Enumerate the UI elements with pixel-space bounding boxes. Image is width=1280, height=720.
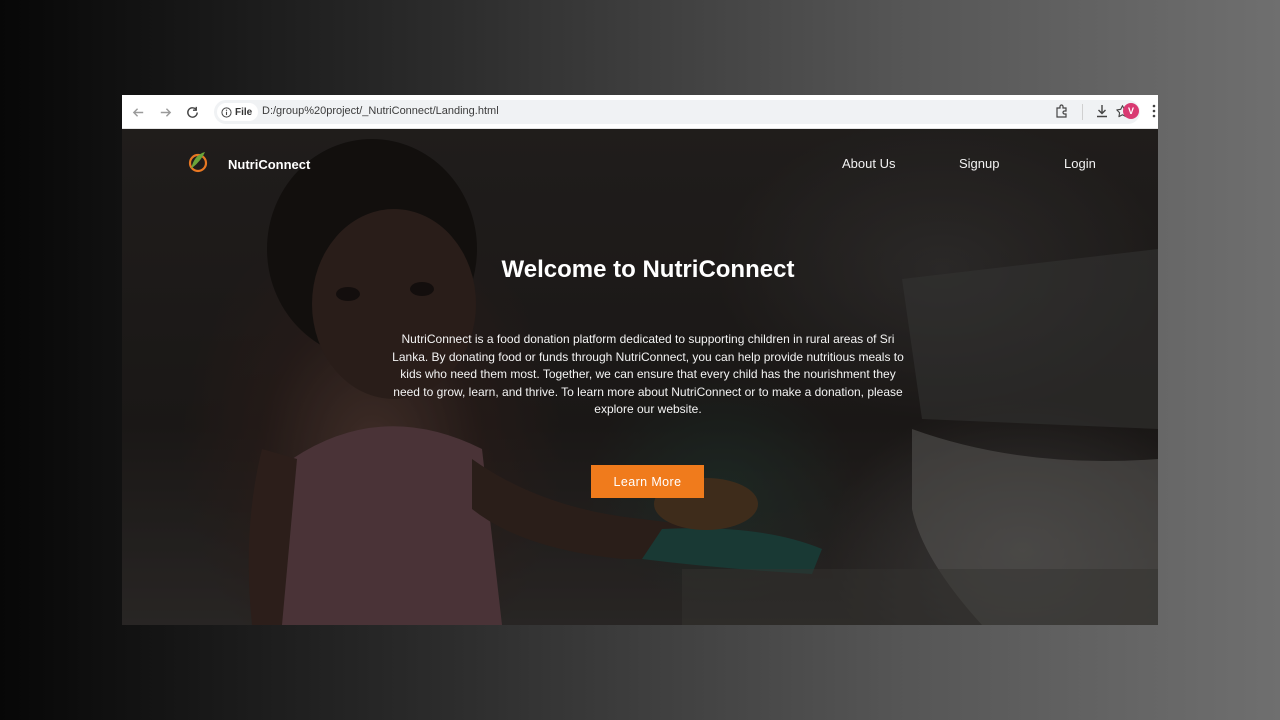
nav-about-us[interactable]: About Us [842,156,895,171]
hero-description: NutriConnect is a food donation platform… [392,332,904,416]
arrow-left-icon [132,107,143,117]
profile-avatar[interactable]: V [1123,103,1139,119]
learn-more-button[interactable]: Learn More [591,465,704,498]
back-button[interactable] [128,102,148,122]
forward-button[interactable] [155,102,175,122]
download-icon[interactable] [1094,103,1110,119]
nav-signup[interactable]: Signup [959,156,999,171]
nutriconnect-logo-icon[interactable] [186,149,210,173]
hero-title: Welcome to NutriConnect [501,256,795,283]
reload-icon [186,106,198,118]
brand-name[interactable]: NutriConnect [228,157,310,172]
browser-window: File D:/group%20project/_NutriConnect/La… [122,95,1158,625]
reload-button[interactable] [182,102,202,122]
toolbar-divider [1082,104,1083,120]
extensions-icon[interactable] [1054,103,1070,119]
nav-login[interactable]: Login [1064,156,1096,171]
url-text[interactable]: D:/group%20project/_NutriConnect/Landing… [262,105,499,117]
more-menu-icon[interactable] [1152,104,1156,123]
page-viewport: NutriConnect About Us Signup Login Welco… [122,129,1158,625]
arrow-right-icon [160,107,171,117]
site-chip-label: File [235,106,253,118]
browser-toolbar: File D:/group%20project/_NutriConnect/La… [122,95,1158,129]
address-bar[interactable]: File D:/group%20project/_NutriConnect/La… [214,100,1140,124]
info-icon [221,106,232,118]
site-info-chip[interactable]: File [217,103,259,121]
